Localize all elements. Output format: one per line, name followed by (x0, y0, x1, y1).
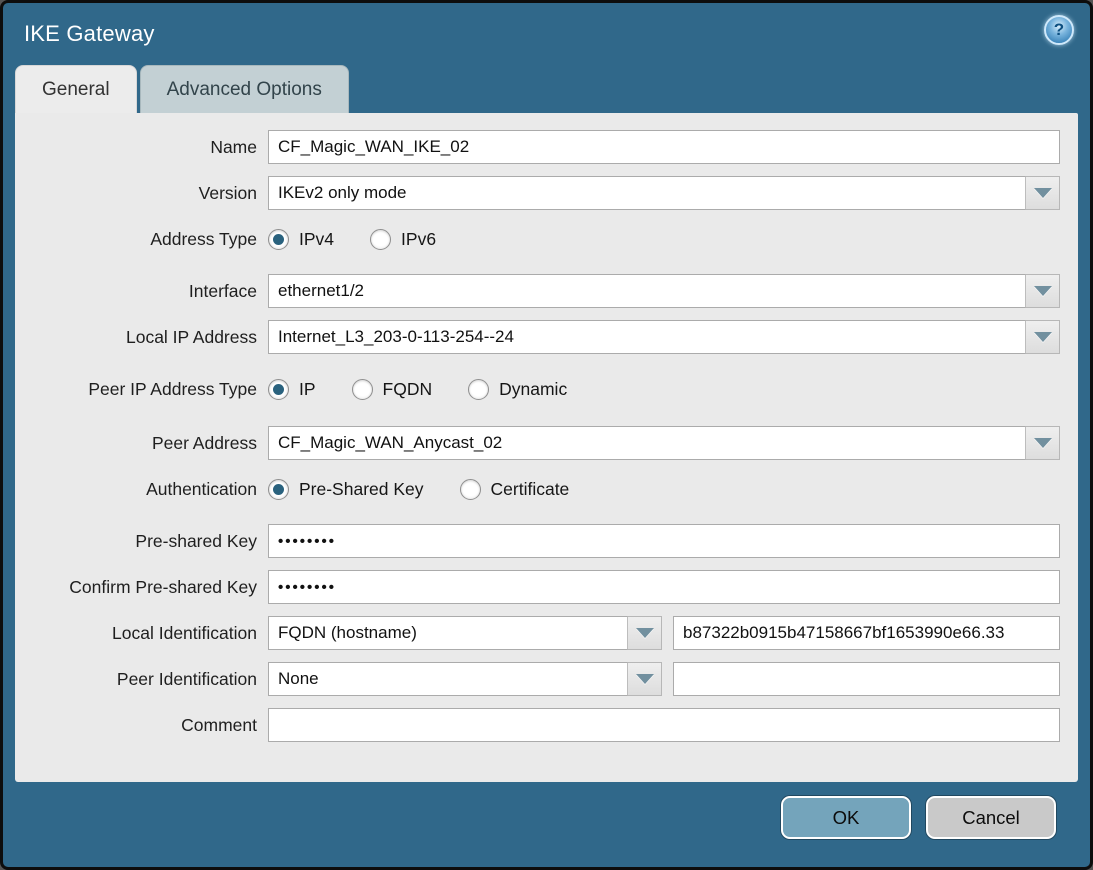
confirm-pre-shared-key-label: Confirm Pre-shared Key (15, 577, 268, 598)
help-icon[interactable]: ? (1044, 15, 1074, 45)
row-version: Version (15, 176, 1060, 210)
peer-identification-value-input[interactable] (673, 662, 1060, 696)
peer-identification-type-dropdown[interactable] (268, 662, 662, 696)
row-interface: Interface (15, 274, 1060, 308)
radio-option-certificate[interactable]: Certificate (460, 479, 570, 500)
tab-advanced-options[interactable]: Advanced Options (140, 65, 349, 113)
peer-address-dropdown[interactable] (268, 426, 1060, 460)
version-label: Version (15, 183, 268, 204)
radio-option-ipv6[interactable]: IPv6 (370, 229, 436, 250)
row-comment: Comment (15, 708, 1060, 742)
general-tab-panel: Name Version Address Type (15, 113, 1078, 782)
radio-option-label: Certificate (491, 479, 570, 500)
comment-label: Comment (15, 715, 268, 736)
interface-dropdown[interactable] (268, 274, 1060, 308)
row-peer-identification: Peer Identification (15, 662, 1060, 696)
dialog-title: IKE Gateway (24, 21, 155, 47)
help-icon-glyph: ? (1054, 20, 1064, 40)
row-name: Name (15, 130, 1060, 164)
row-local-identification: Local Identification (15, 616, 1060, 650)
local-identification-type-input[interactable] (268, 616, 628, 650)
radio-option-label: Pre-Shared Key (299, 479, 424, 500)
chevron-down-icon (1034, 188, 1052, 198)
local-identification-value-input[interactable] (673, 616, 1060, 650)
interface-value-input[interactable] (268, 274, 1026, 308)
radio-option-label: FQDN (383, 379, 433, 400)
local-identification-label: Local Identification (15, 623, 268, 644)
cancel-button[interactable]: Cancel (926, 796, 1056, 839)
address-type-radio-group: IPv4 IPv6 (268, 229, 1060, 250)
interface-label: Interface (15, 281, 268, 302)
local-ip-address-label: Local IP Address (15, 327, 268, 348)
version-value-input[interactable] (268, 176, 1026, 210)
ok-button[interactable]: OK (781, 796, 911, 839)
radio-button-icon[interactable] (268, 379, 289, 400)
radio-button-icon[interactable] (468, 379, 489, 400)
tab-general[interactable]: General (15, 65, 137, 113)
local-identification-dropdown-button[interactable] (628, 616, 662, 650)
radio-option-label: Dynamic (499, 379, 567, 400)
radio-button-icon[interactable] (268, 229, 289, 250)
radio-option-ipv4[interactable]: IPv4 (268, 229, 334, 250)
chevron-down-icon (636, 628, 654, 638)
radio-option-dynamic[interactable]: Dynamic (468, 379, 567, 400)
peer-ip-address-type-radio-group: IP FQDN Dynamic (268, 379, 1060, 400)
comment-input[interactable] (268, 708, 1060, 742)
ike-gateway-dialog: IKE Gateway ? General Advanced Options N… (0, 0, 1093, 870)
radio-option-fqdn[interactable]: FQDN (352, 379, 433, 400)
tab-advanced-options-label: Advanced Options (167, 79, 322, 101)
pre-shared-key-label: Pre-shared Key (15, 531, 268, 552)
confirm-pre-shared-key-input[interactable] (268, 570, 1060, 604)
name-input[interactable] (268, 130, 1060, 164)
pre-shared-key-input[interactable] (268, 524, 1060, 558)
address-type-label: Address Type (15, 229, 268, 250)
footer-bar: OK Cancel (3, 782, 1090, 867)
radio-option-label: IP (299, 379, 316, 400)
chevron-down-icon (1034, 438, 1052, 448)
local-ip-address-value-input[interactable] (268, 320, 1026, 354)
peer-identification-label: Peer Identification (15, 669, 268, 690)
radio-button-icon[interactable] (268, 479, 289, 500)
row-confirm-pre-shared-key: Confirm Pre-shared Key (15, 570, 1060, 604)
radio-button-icon[interactable] (460, 479, 481, 500)
chevron-down-icon (636, 674, 654, 684)
row-pre-shared-key: Pre-shared Key (15, 524, 1060, 558)
chevron-down-icon (1034, 332, 1052, 342)
version-dropdown-button[interactable] (1026, 176, 1060, 210)
local-identification-type-dropdown[interactable] (268, 616, 662, 650)
radio-option-label: IPv6 (401, 229, 436, 250)
row-local-ip-address: Local IP Address (15, 320, 1060, 354)
local-ip-address-dropdown-button[interactable] (1026, 320, 1060, 354)
peer-address-label: Peer Address (15, 433, 268, 454)
radio-button-icon[interactable] (370, 229, 391, 250)
radio-option-ip[interactable]: IP (268, 379, 316, 400)
peer-identification-dropdown-button[interactable] (628, 662, 662, 696)
radio-button-icon[interactable] (352, 379, 373, 400)
interface-dropdown-button[interactable] (1026, 274, 1060, 308)
tab-general-label: General (42, 79, 110, 101)
row-peer-ip-address-type: Peer IP Address Type IP FQDN Dynamic (15, 372, 1060, 406)
peer-address-value-input[interactable] (268, 426, 1026, 460)
authentication-radio-group: Pre-Shared Key Certificate (268, 479, 1060, 500)
radio-option-pre-shared-key[interactable]: Pre-Shared Key (268, 479, 424, 500)
title-bar: IKE Gateway ? (3, 3, 1090, 65)
row-authentication: Authentication Pre-Shared Key Certificat… (15, 472, 1060, 506)
row-address-type: Address Type IPv4 IPv6 (15, 222, 1060, 256)
peer-identification-type-input[interactable] (268, 662, 628, 696)
peer-ip-address-type-label: Peer IP Address Type (15, 379, 268, 400)
local-ip-address-dropdown[interactable] (268, 320, 1060, 354)
peer-address-dropdown-button[interactable] (1026, 426, 1060, 460)
radio-option-label: IPv4 (299, 229, 334, 250)
row-peer-address: Peer Address (15, 426, 1060, 460)
chevron-down-icon (1034, 286, 1052, 296)
tab-bar: General Advanced Options (3, 65, 1090, 113)
name-label: Name (15, 137, 268, 158)
authentication-label: Authentication (15, 479, 268, 500)
version-dropdown[interactable] (268, 176, 1060, 210)
